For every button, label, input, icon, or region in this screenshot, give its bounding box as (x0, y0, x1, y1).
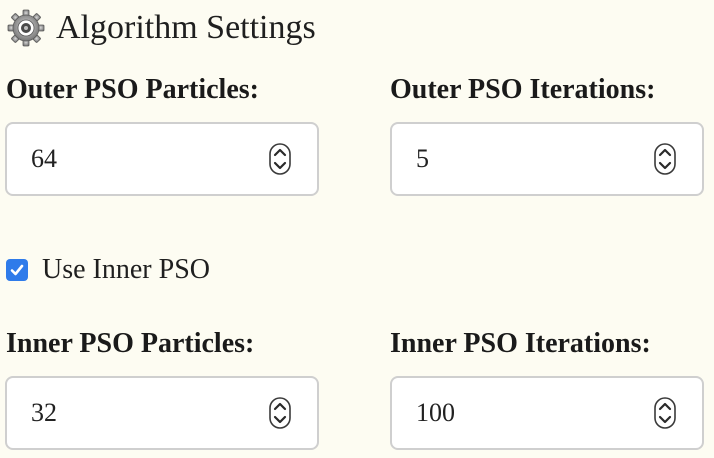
outer-iterations-label: Outer PSO Iterations: (390, 74, 656, 105)
inner-iterations-input[interactable]: 100 (390, 376, 704, 450)
outer-iterations-input[interactable]: 5 (390, 122, 704, 196)
outer-particles-label: Outer PSO Particles: (6, 74, 259, 105)
number-stepper-icon[interactable] (654, 397, 676, 429)
number-stepper-icon[interactable] (654, 143, 676, 175)
use-inner-pso-row[interactable]: Use Inner PSO (6, 254, 210, 286)
outer-particles-input[interactable]: 64 (5, 122, 319, 196)
inner-iterations-label: Inner PSO Iterations: (390, 328, 651, 359)
inner-particles-input[interactable]: 32 (5, 376, 319, 450)
outer-particles-value: 64 (31, 144, 57, 173)
inner-particles-value: 32 (31, 398, 57, 427)
use-inner-pso-label[interactable]: Use Inner PSO (42, 256, 210, 284)
use-inner-pso-checkbox[interactable] (6, 259, 28, 281)
section-header: Algorithm Settings (6, 6, 316, 50)
number-stepper-icon[interactable] (269, 143, 291, 175)
checkmark-icon (10, 264, 24, 276)
inner-iterations-value: 100 (416, 398, 455, 427)
outer-iterations-value: 5 (416, 144, 429, 173)
gear-icon (6, 8, 46, 48)
inner-particles-label: Inner PSO Particles: (6, 328, 255, 359)
number-stepper-icon[interactable] (269, 397, 291, 429)
section-title: Algorithm Settings (56, 9, 316, 46)
